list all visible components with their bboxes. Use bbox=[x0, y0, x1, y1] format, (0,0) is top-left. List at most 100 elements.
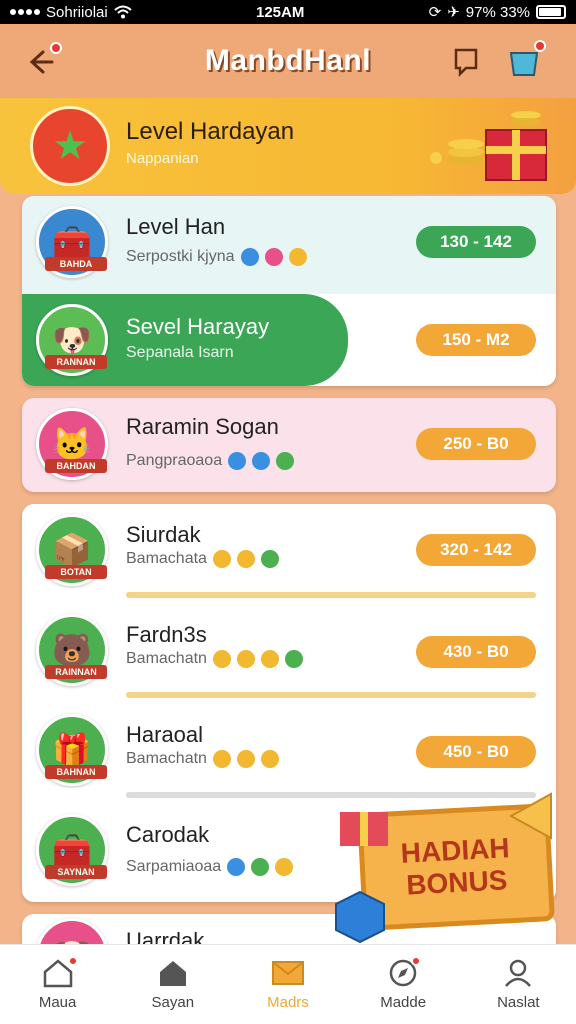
item-subtitle: Serpostki kjyna bbox=[126, 248, 307, 266]
nav-label: Maua bbox=[38, 994, 77, 1011]
item-subtitle: Pangpraoaoa bbox=[126, 452, 295, 470]
app-header: ManbdHanl bbox=[0, 24, 576, 98]
nav-item-sayan[interactable]: Sayan bbox=[123, 950, 223, 1020]
nav-label: Madde bbox=[380, 994, 427, 1011]
rotation-lock-icon: ⟳ bbox=[428, 4, 442, 21]
coin-icon bbox=[260, 650, 279, 668]
reward-pill[interactable]: 250 - B0 bbox=[416, 428, 536, 460]
pink-gem-icon bbox=[264, 248, 283, 266]
notification-dot bbox=[50, 42, 62, 54]
gift-coins-icon bbox=[430, 111, 547, 181]
avatar-tag: BAHDAN bbox=[45, 459, 107, 473]
cat-avatar-icon: 🐱 BAHDAN bbox=[36, 408, 108, 480]
battery-icon bbox=[536, 5, 566, 19]
blue-gem-icon bbox=[240, 248, 259, 266]
avatar-tag: BAHDA bbox=[45, 257, 107, 271]
nav-item-madde[interactable]: Madde bbox=[353, 950, 453, 1020]
chat-button[interactable] bbox=[446, 42, 486, 82]
coin-icon bbox=[236, 650, 255, 668]
banner-subtitle: Nappanian bbox=[126, 150, 199, 167]
wifi-icon bbox=[114, 5, 132, 19]
battery-percent: 97% 33% bbox=[465, 3, 530, 21]
item-title: Siurdak bbox=[126, 522, 201, 547]
blue-gem-icon bbox=[227, 858, 246, 876]
coin-icon bbox=[236, 550, 255, 568]
progress-fill bbox=[126, 692, 536, 698]
chat-bubble-icon bbox=[454, 48, 478, 77]
bear-avatar-icon: 🐻 RAINNAN bbox=[36, 614, 108, 686]
signal-icon bbox=[10, 9, 40, 15]
item-subtitle: Bamachata bbox=[126, 550, 279, 568]
page-title: ManbdHanl bbox=[204, 44, 372, 77]
list-item[interactable]: 🎁 BAHNAN Haraoal Bamachatn 450 - B0 bbox=[22, 704, 556, 804]
item-title: Haraoal bbox=[126, 722, 204, 747]
item-title: Sevel Harayay bbox=[126, 314, 270, 339]
gift-avatar-icon: 🎁 BAHNAN bbox=[36, 714, 108, 786]
coin-icon bbox=[260, 750, 279, 768]
notification-dot bbox=[411, 955, 422, 966]
coin-icon bbox=[236, 750, 255, 768]
reward-pill[interactable]: 450 - B0 bbox=[416, 736, 536, 768]
list-item[interactable]: 📦 BOTAN Siurdak Bamachata 320 - 142 bbox=[22, 504, 556, 604]
nav-item-madrs[interactable]: Madrs bbox=[238, 950, 338, 1020]
list-item[interactable]: 🧰 BAHDA Level Han Serpostki kjyna 130 - … bbox=[22, 196, 556, 292]
progress-bar bbox=[126, 692, 536, 698]
chest-avatar-icon: 🧰 BAHDA bbox=[36, 206, 108, 278]
reward-pill[interactable]: 150 - M2 bbox=[416, 324, 536, 356]
nav-item-naslat[interactable]: Naslat bbox=[468, 950, 568, 1020]
house-icon bbox=[159, 961, 186, 986]
carrier-name: Sohriiolai bbox=[46, 3, 108, 21]
coin-icon bbox=[212, 550, 231, 568]
progress-bar bbox=[126, 592, 536, 598]
coin-icon bbox=[288, 248, 307, 266]
progress-fill bbox=[126, 792, 536, 798]
item-subtitle: Sepanala Isarn bbox=[126, 344, 234, 361]
avatar-tag: RAINNAN bbox=[45, 665, 107, 679]
list-item[interactable]: 🐶 RANNAN Sevel Harayay Sepanala Isarn 15… bbox=[22, 294, 556, 386]
notification-dot bbox=[67, 955, 78, 966]
item-subtitle: Bamachatn bbox=[126, 750, 279, 768]
chest-avatar-icon: 🧰 SAYNAN bbox=[36, 814, 108, 886]
reward-pill[interactable]: 130 - 142 bbox=[416, 226, 536, 258]
item-title: Level Han bbox=[126, 214, 226, 239]
item-subtitle: Bamachatn bbox=[126, 650, 303, 668]
green-leaf-icon bbox=[284, 650, 303, 668]
clock: 125AM bbox=[255, 3, 305, 21]
progress-bar bbox=[126, 792, 536, 798]
blue-gem-icon bbox=[228, 452, 247, 470]
avatar-tag: RANNAN bbox=[45, 355, 107, 369]
avatar-tag: BAHNAN bbox=[45, 765, 107, 779]
megaphone-icon bbox=[508, 792, 552, 840]
coin-icon bbox=[275, 858, 294, 876]
green-leaf-icon bbox=[251, 858, 270, 876]
bonus-line-2: BONUS bbox=[405, 864, 509, 901]
level-card-top: 🧰 BAHDA Level Han Serpostki kjyna 130 - … bbox=[22, 196, 556, 386]
dog-avatar-icon: 🐶 RANNAN bbox=[36, 304, 108, 376]
bottom-nav: Maua Sayan Madrs Madde Naslat bbox=[0, 944, 576, 1024]
banner-title: Level Hardayan bbox=[126, 118, 295, 145]
envelope-icon bbox=[271, 961, 304, 985]
nav-label: Sayan bbox=[151, 994, 195, 1011]
back-button[interactable] bbox=[20, 42, 62, 82]
cart-button[interactable] bbox=[504, 40, 546, 82]
nav-item-maua[interactable]: Maua bbox=[8, 950, 108, 1020]
reward-pill[interactable]: 320 - 142 bbox=[416, 534, 536, 566]
avatar-tag: BOTAN bbox=[45, 565, 107, 579]
status-bar: Sohriiolai 125AM ⟳ ✈ 97% 33% bbox=[0, 0, 576, 24]
avatar-tag: SAYNAN bbox=[45, 865, 107, 879]
gift-box-icon bbox=[340, 812, 388, 846]
star-badge-icon: ★ bbox=[30, 106, 110, 186]
nav-label: Naslat bbox=[497, 994, 540, 1011]
item-subtitle: Sarpamiaoaa bbox=[126, 858, 294, 876]
item-title: Raramin Sogan bbox=[126, 414, 279, 439]
reward-pill[interactable]: 430 - B0 bbox=[416, 636, 536, 668]
user-icon bbox=[505, 959, 532, 987]
green-leaf-icon bbox=[260, 550, 279, 568]
list-item[interactable]: 🐻 RAINNAN Fardn3s Bamachatn 430 - B0 bbox=[22, 604, 556, 704]
item-title: Carodak bbox=[126, 822, 210, 847]
coin-icon bbox=[212, 650, 231, 668]
level-card-pink[interactable]: 🐱 BAHDAN Raramin Sogan Pangpraoaoa 250 -… bbox=[22, 398, 556, 492]
coin-icon bbox=[212, 750, 231, 768]
cube-icon bbox=[335, 890, 385, 944]
nav-label: Madrs bbox=[267, 994, 309, 1011]
